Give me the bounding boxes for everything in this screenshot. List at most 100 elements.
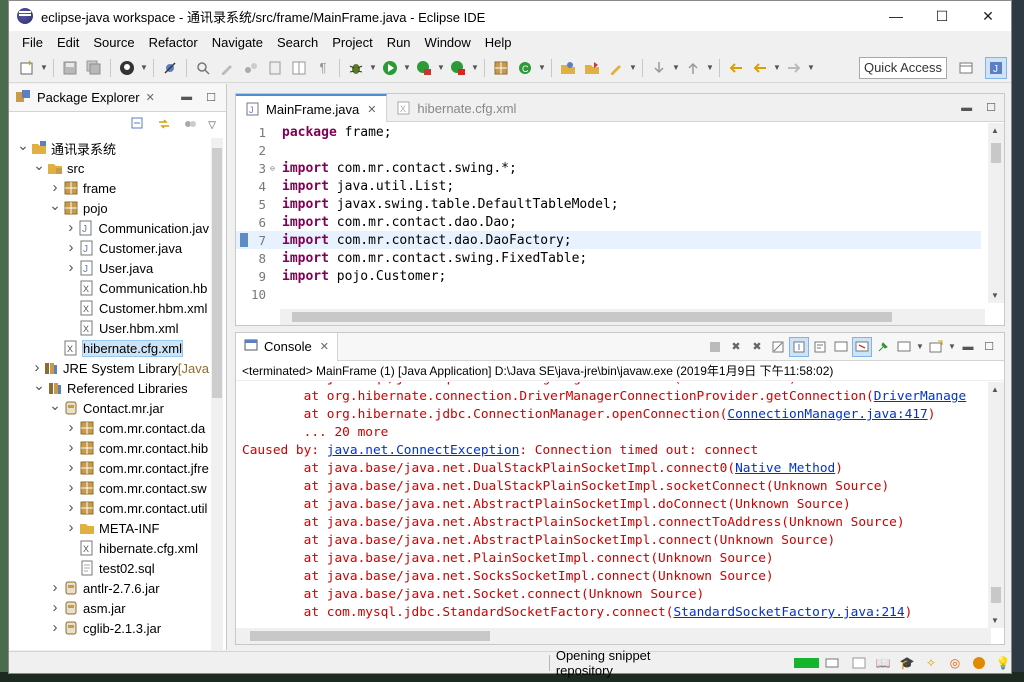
expand-arrow-icon[interactable]: › [65, 479, 77, 496]
console-horizontal-scrollbar[interactable] [236, 628, 991, 644]
collapse-all-icon[interactable] [130, 116, 146, 135]
maximize-view-icon[interactable]: ☐ [980, 338, 998, 356]
forward-icon[interactable] [784, 58, 804, 78]
tree-item[interactable]: ⌄ Contact.mr.jar [9, 397, 209, 418]
new-dropdown-icon[interactable]: ▼ [39, 58, 49, 78]
tab-mainframe-java[interactable]: J MainFrame.java ✕ [236, 94, 388, 122]
previous-annotation-icon[interactable] [683, 58, 703, 78]
scrollbar-thumb[interactable] [212, 148, 222, 398]
lifebuoy-icon[interactable]: ◎ [947, 655, 963, 671]
external-tools-icon[interactable] [448, 58, 468, 78]
show-on-stdout-icon[interactable] [832, 338, 850, 356]
tree-item[interactable]: ⌄ Referenced Libraries [9, 377, 209, 398]
stack-trace-link[interactable]: ConnectionManager.java:417 [727, 407, 927, 422]
expand-arrow-icon[interactable]: › [65, 499, 77, 516]
stack-trace-link[interactable]: Native Method [735, 461, 835, 476]
package-explorer-tab[interactable]: Package Explorer ✕ ▬ ☐ [9, 84, 226, 112]
tree-item[interactable]: Xhibernate.cfg.xml [9, 538, 209, 558]
pin-console-icon[interactable] [874, 338, 892, 356]
display-console-dropdown-icon[interactable]: ▼ [916, 338, 924, 356]
display-console-icon[interactable] [895, 338, 913, 356]
remove-all-terminated-icon[interactable]: ✖ [748, 338, 766, 356]
tree-item[interactable]: X Customer.hbm.xml [9, 298, 209, 318]
minimize-button[interactable]: — [873, 1, 919, 31]
open-type-icon[interactable] [558, 58, 578, 78]
save-icon[interactable] [60, 58, 80, 78]
tree-item[interactable]: › com.mr.contact.hib [9, 438, 209, 458]
code-line[interactable]: 2 [236, 141, 981, 159]
tab-hibernate-cfg-xml[interactable]: X hibernate.cfg.xml [387, 94, 526, 122]
expand-arrow-icon[interactable]: › [49, 619, 61, 636]
close-icon[interactable]: ✕ [320, 340, 329, 353]
menu-search[interactable]: Search [270, 35, 325, 50]
progress-view-icon[interactable] [825, 655, 839, 671]
new-java-package-icon[interactable] [491, 58, 511, 78]
previous-annotation-dropdown-icon[interactable]: ▼ [705, 58, 715, 78]
scrollbar-thumb[interactable] [292, 312, 892, 322]
open-task-icon[interactable] [582, 58, 602, 78]
code-line[interactable]: 4 import java.util.List; [236, 177, 981, 195]
expand-arrow-icon[interactable]: › [65, 239, 77, 256]
tree-item[interactable]: test02.sql [9, 558, 209, 578]
maximize-button[interactable]: ☐ [919, 1, 965, 31]
tree-item[interactable]: Xhibernate.cfg.xml [9, 338, 209, 358]
back-icon[interactable] [750, 58, 770, 78]
book-icon[interactable]: 📖 [875, 655, 891, 671]
tree-item[interactable]: › J User.java [9, 258, 209, 278]
profile-icon[interactable] [117, 58, 137, 78]
code-line[interactable]: 3 ⊖ import com.mr.contact.swing.*; [236, 159, 981, 177]
last-edit-location-icon[interactable] [726, 58, 746, 78]
lightbulb-icon[interactable]: 💡 [995, 655, 1011, 671]
open-console-dropdown-icon[interactable]: ▼ [948, 338, 956, 356]
scroll-down-icon[interactable]: ▼ [991, 291, 999, 300]
menu-window[interactable]: Window [418, 35, 478, 50]
expand-arrow-icon[interactable]: › [49, 179, 61, 196]
remove-launch-icon[interactable]: ✖ [727, 338, 745, 356]
package-explorer-scrollbar[interactable] [211, 138, 223, 650]
collapse-arrow-icon[interactable]: ⌄ [49, 397, 61, 414]
menu-run[interactable]: Run [380, 35, 418, 50]
save-all-icon[interactable] [84, 58, 104, 78]
stack-trace-link[interactable]: DriverManage [874, 389, 966, 404]
tasks-icon[interactable] [241, 58, 261, 78]
code-line[interactable]: 8 import com.mr.contact.swing.FixedTable; [236, 249, 981, 267]
run-dropdown-icon[interactable]: ▼ [402, 58, 412, 78]
scroll-down-icon[interactable]: ▼ [991, 616, 999, 625]
new-icon[interactable] [17, 58, 37, 78]
collapse-arrow-icon[interactable]: ⌄ [17, 138, 29, 154]
updates-icon[interactable] [851, 655, 867, 671]
collapse-arrow-icon[interactable]: ⌄ [33, 377, 45, 394]
code-line[interactable]: 10 [236, 285, 981, 303]
stack-trace-link[interactable]: StandardSocketFactory.java:214 [673, 605, 904, 620]
tree-item[interactable]: › META-INF [9, 518, 209, 538]
console-output[interactable]: at java.sql/java.sql.DriverManager.getCo… [236, 382, 991, 628]
editor-vertical-scrollbar[interactable]: ▲ ▼ [988, 123, 1004, 303]
tree-item[interactable]: › JRE System Library [Java [9, 358, 209, 378]
stack-trace-link[interactable]: java.net.ConnectException [327, 443, 520, 458]
code-line[interactable]: 7 import com.mr.contact.dao.DaoFactory; [236, 231, 981, 249]
forward-dropdown-icon[interactable]: ▼ [806, 58, 816, 78]
view-menu-icon[interactable]: ▽ [208, 120, 216, 131]
tree-item[interactable]: › com.mr.contact.sw [9, 478, 209, 498]
quick-access-field[interactable]: Quick Access [858, 56, 947, 79]
tree-item[interactable]: › com.mr.contact.da [9, 418, 209, 438]
search-icon[interactable] [193, 58, 213, 78]
tree-item[interactable]: ⌄ pojo [9, 197, 209, 218]
tab-console[interactable]: Console ✕ [236, 332, 338, 361]
maximize-view-icon[interactable]: ☐ [206, 91, 216, 104]
expand-arrow-icon[interactable]: › [49, 599, 61, 616]
menu-file[interactable]: File [15, 35, 50, 50]
tree-item[interactable]: X User.hbm.xml [9, 318, 209, 338]
title-bar[interactable]: eclipse-java workspace - 通讯录系统/src/frame… [9, 1, 1011, 31]
debug-icon[interactable] [346, 58, 366, 78]
minimize-view-icon[interactable]: ▬ [959, 338, 977, 356]
new-class-dropdown-icon[interactable]: ▼ [537, 58, 547, 78]
word-wrap-icon[interactable] [811, 338, 829, 356]
profile-dropdown-icon[interactable]: ▼ [139, 58, 149, 78]
code-editor[interactable]: 1 package frame; 2 3 ⊖ import com.mr.contact.… [236, 123, 981, 303]
paragraph-icon[interactable]: ¶ [313, 58, 333, 78]
close-icon[interactable]: ✕ [367, 103, 376, 116]
menu-help[interactable]: Help [478, 35, 519, 50]
maximize-view-icon[interactable]: ☐ [986, 101, 996, 114]
run-icon[interactable] [380, 58, 400, 78]
